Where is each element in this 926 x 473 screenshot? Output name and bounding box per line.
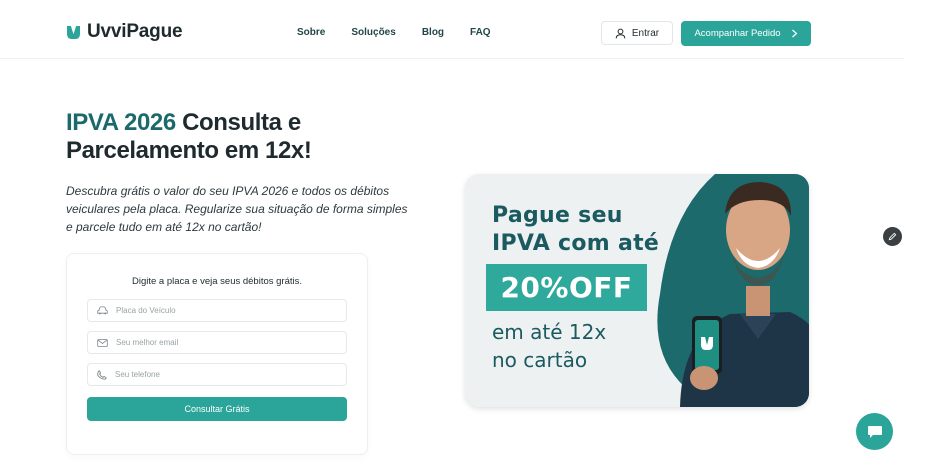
email-input[interactable]: Seu melhor email — [87, 331, 347, 354]
hero-description: Descubra grátis o valor do seu IPVA 2026… — [66, 184, 408, 234]
login-label: Entrar — [631, 27, 660, 39]
banner-line-1: Pague seu — [492, 203, 623, 228]
mail-icon — [97, 338, 108, 347]
main-nav: Sobre Soluções Blog FAQ — [297, 27, 491, 38]
logo-icon — [67, 25, 80, 39]
pencil-icon — [888, 232, 897, 241]
edit-button[interactable] — [883, 227, 902, 246]
phone-input[interactable]: Seu telefone — [87, 363, 347, 386]
login-button[interactable]: Entrar — [601, 21, 673, 45]
phone-placeholder: Seu telefone — [115, 370, 160, 379]
track-order-button[interactable]: Acompanhar Pedido — [681, 21, 811, 46]
banner-subline: em até 12x no cartão — [492, 318, 606, 374]
chevron-right-icon — [791, 29, 797, 38]
form-title: Digite a placa e veja seus débitos gráti… — [131, 276, 303, 287]
hero-title: IPVA 2026 Consulta e Parcelamento em 12x… — [66, 109, 396, 165]
banner-line-3: em até 12x — [492, 320, 607, 344]
nav-item-faq[interactable]: FAQ — [470, 27, 491, 38]
brand-logo[interactable]: UvviPague — [66, 21, 183, 43]
nav-item-sobre[interactable]: Sobre — [297, 27, 325, 38]
nav-item-blog[interactable]: Blog — [422, 27, 444, 38]
consult-button[interactable]: Consultar Grátis — [87, 397, 347, 421]
plate-input[interactable]: Placa do Veículo — [87, 299, 347, 322]
brand-name: UvviPague — [87, 21, 183, 42]
phone-icon — [97, 369, 107, 380]
site-header: UvviPague Sobre Soluções Blog FAQ Entrar… — [0, 0, 904, 59]
chat-icon — [867, 425, 882, 438]
person-photo — [680, 182, 809, 407]
car-icon — [97, 306, 108, 315]
chat-button[interactable] — [856, 413, 893, 450]
track-order-label: Acompanhar Pedido — [694, 28, 781, 39]
plate-placeholder: Placa do Veículo — [116, 306, 176, 315]
user-icon — [615, 28, 626, 38]
consult-form: Digite a placa e veja seus débitos gráti… — [66, 253, 368, 455]
nav-item-solucoes[interactable]: Soluções — [351, 27, 395, 38]
banner-line-2: IPVA com até — [492, 231, 660, 256]
email-placeholder: Seu melhor email — [116, 338, 179, 347]
banner-headline: Pague seu IPVA com até — [492, 202, 659, 258]
promo-banner[interactable]: Pague seu IPVA com até 20%OFF em até 12x… — [465, 174, 809, 407]
hero-title-accent: IPVA 2026 — [66, 109, 176, 136]
discount-badge: 20%OFF — [486, 264, 647, 311]
banner-line-4: no cartão — [492, 348, 588, 372]
